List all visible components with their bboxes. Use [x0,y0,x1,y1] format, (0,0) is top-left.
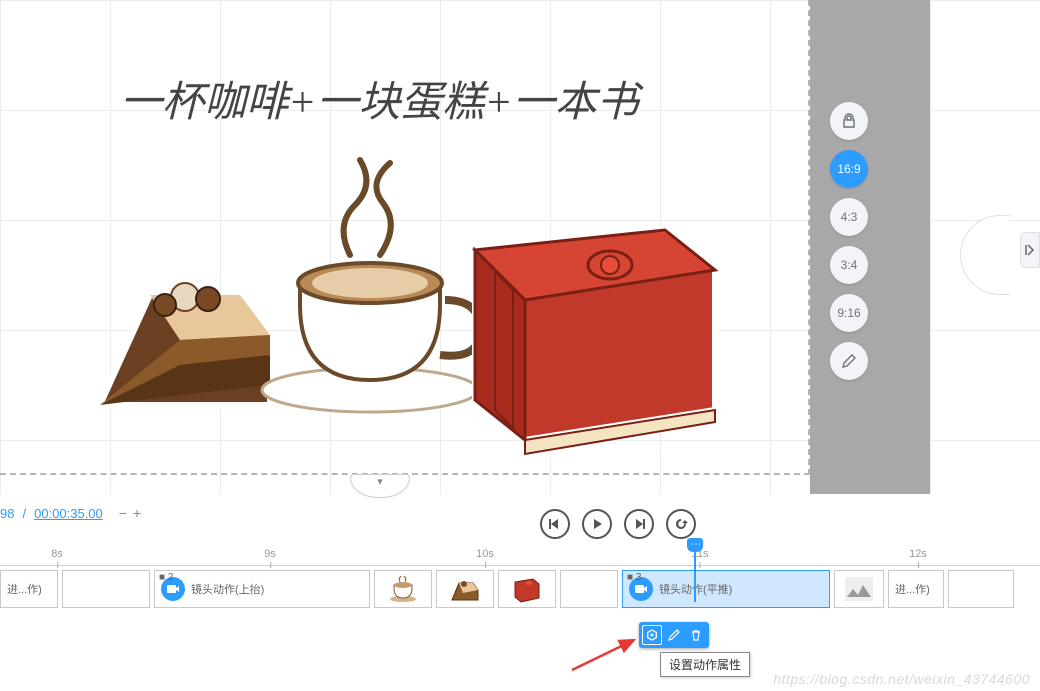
clip-label: 进...作) [1,581,48,597]
zoom-in[interactable]: + [133,505,141,521]
time-info: 98 / 00:00:35.00 − + [0,505,141,521]
clip-badge: ■ 3 [627,572,641,583]
lock-button[interactable] [830,102,868,140]
timeline-clip[interactable] [436,570,494,608]
pencil-icon [668,629,680,641]
ratio-9-16[interactable]: 9:16 [830,294,868,332]
clip-settings-button[interactable] [642,625,662,645]
timeline-clip[interactable] [374,570,432,608]
timeline-clip[interactable]: ■ 2 镜头动作(上抬) [154,570,370,608]
clip-mini-toolbar [639,622,709,648]
timeline-clip[interactable]: ■ 3镜头动作(平推) [622,570,830,608]
timeline-clip[interactable] [560,570,618,608]
chevron-right-icon [1025,244,1035,256]
next-button[interactable] [624,509,654,539]
ratio-16-9[interactable]: 16:9 [830,150,868,188]
canvas-dark-strip [810,0,930,494]
ratio-4-3[interactable]: 4:3 [830,198,868,236]
ruler-tick: 9s [264,548,276,560]
total-duration[interactable]: 00:00:35.00 [34,506,103,521]
timeline: 8s 9s 10s 11s 12s 进...作) ■ 2 镜头动作(上抬) ■ 3镜头… [0,548,1040,658]
tooltip: 设置动作属性 [660,652,750,677]
canvas-object-book[interactable] [445,210,735,470]
zoom-out[interactable]: − [119,505,127,521]
lock-icon [841,113,857,129]
current-frame: 98 [0,506,14,521]
prev-button[interactable] [540,509,570,539]
hexagon-gear-icon [646,629,658,641]
pencil-icon [841,353,857,369]
timeline-clip[interactable] [834,570,884,608]
clip-badge: ■ 2 [159,572,173,583]
trash-icon [690,629,702,641]
play-button[interactable] [582,509,612,539]
timeline-ruler[interactable]: 8s 9s 10s 11s 12s [0,548,1040,566]
playback-control-bar: 98 / 00:00:35.00 − + [0,505,1040,545]
timeline-clip[interactable]: 进...作) [0,570,58,608]
ruler-tick: 12s [909,548,927,560]
timeline-track[interactable]: 进...作) ■ 2 镜头动作(上抬) ■ 3镜头动作(平推) 进...作) [0,566,1040,612]
timeline-clip[interactable] [498,570,556,608]
timeline-clip[interactable] [948,570,1014,608]
clip-label: 进...作) [889,581,936,597]
ratio-3-4[interactable]: 3:4 [830,246,868,284]
ruler-tick: 10s [476,548,494,560]
timeline-clip[interactable] [62,570,150,608]
canvas-headline[interactable]: 一杯咖啡+一块蛋糕+一本书 [120,68,639,129]
playhead[interactable] [694,542,696,602]
canvas-area: 一杯咖啡+一块蛋糕+一本书 [0,0,1040,494]
loop-button[interactable] [666,509,696,539]
timeline-clip[interactable]: 进...作) [888,570,944,608]
clip-edit-button[interactable] [664,625,684,645]
ruler-tick: 8s [51,548,63,560]
aspect-ratio-column: 16:9 4:3 3:4 9:16 [830,102,868,380]
expand-right-panel[interactable] [1020,232,1040,268]
canvas-object-cake[interactable] [90,255,280,425]
watermark: https://blog.csdn.net/weixin_43744600 [773,671,1030,687]
play-controls [540,509,696,539]
clip-delete-button[interactable] [686,625,706,645]
clip-label: 镜头动作(上抬) [191,581,264,597]
ratio-edit-button[interactable] [830,342,868,380]
canvas-collapse-handle[interactable] [350,474,410,498]
